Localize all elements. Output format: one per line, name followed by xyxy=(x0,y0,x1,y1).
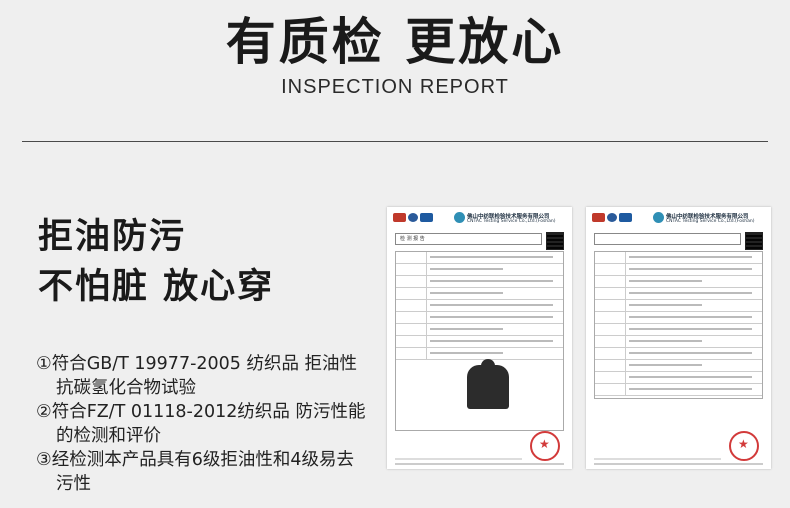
certification-logos xyxy=(592,213,632,222)
standard-item: ①符合GB/T 19977-2005 纺织品 拒油性 抗碳氢化合物试验 xyxy=(36,352,376,400)
official-seal xyxy=(530,431,560,461)
standards-list: ①符合GB/T 19977-2005 纺织品 拒油性 抗碳氢化合物试验 ②符合F… xyxy=(36,352,376,496)
jacket-photo xyxy=(467,359,509,409)
certification-logos xyxy=(393,213,433,222)
slogan-line-1: 拒油防污 xyxy=(38,217,187,257)
qr-code-icon xyxy=(546,232,564,250)
cma-logo-icon xyxy=(393,213,406,222)
company-logo-icon xyxy=(653,212,664,223)
slogan-line-2: 不怕脏 放心穿 xyxy=(38,267,275,307)
inspection-report-page-2: 佛山中纺联检验技术服务有限公司 CNTAC Testing Service Co… xyxy=(586,207,771,469)
cnas-logo-icon xyxy=(619,213,632,222)
divider-line xyxy=(22,141,768,142)
page-headline: 有质检 更放心 xyxy=(225,13,565,71)
standard-item: ②符合FZ/T 01118-2012纺织品 防污性能 的检测和评价 xyxy=(36,400,376,448)
standard-item-continuation: 污性 xyxy=(56,474,91,494)
report-title xyxy=(594,233,741,245)
report-table xyxy=(594,251,763,399)
report-company-name-en: CNTAC Testing Service Co.,Ltd.(Foshan) xyxy=(467,219,556,224)
official-seal xyxy=(729,431,759,461)
standard-item-continuation: 的检测和评价 xyxy=(56,426,161,446)
standard-item-line: ③经检测本产品具有6级拒油性和4级易去 xyxy=(36,450,354,470)
company-logo-icon xyxy=(454,212,465,223)
inspection-report-page-1: 佛山中纺联检验技术服务有限公司 CNTAC Testing Service Co… xyxy=(387,207,572,469)
report-company-name-en: CNTAC Testing Service Co.,Ltd.(Foshan) xyxy=(666,219,755,224)
standard-item-line: ②符合FZ/T 01118-2012纺织品 防污性能 xyxy=(36,402,366,422)
standard-item-line: ①符合GB/T 19977-2005 纺织品 拒油性 xyxy=(36,354,358,374)
standard-item-continuation: 抗碳氢化合物试验 xyxy=(56,378,196,398)
standard-item: ③经检测本产品具有6级拒油性和4级易去 污性 xyxy=(36,448,376,496)
cma-logo-icon xyxy=(592,213,605,222)
page-subtitle: INSPECTION REPORT xyxy=(281,76,509,98)
qr-code-icon xyxy=(745,232,763,250)
ilac-logo-icon xyxy=(408,213,418,222)
ilac-logo-icon xyxy=(607,213,617,222)
report-title: 检 测 报 告 xyxy=(395,233,542,245)
cnas-logo-icon xyxy=(420,213,433,222)
